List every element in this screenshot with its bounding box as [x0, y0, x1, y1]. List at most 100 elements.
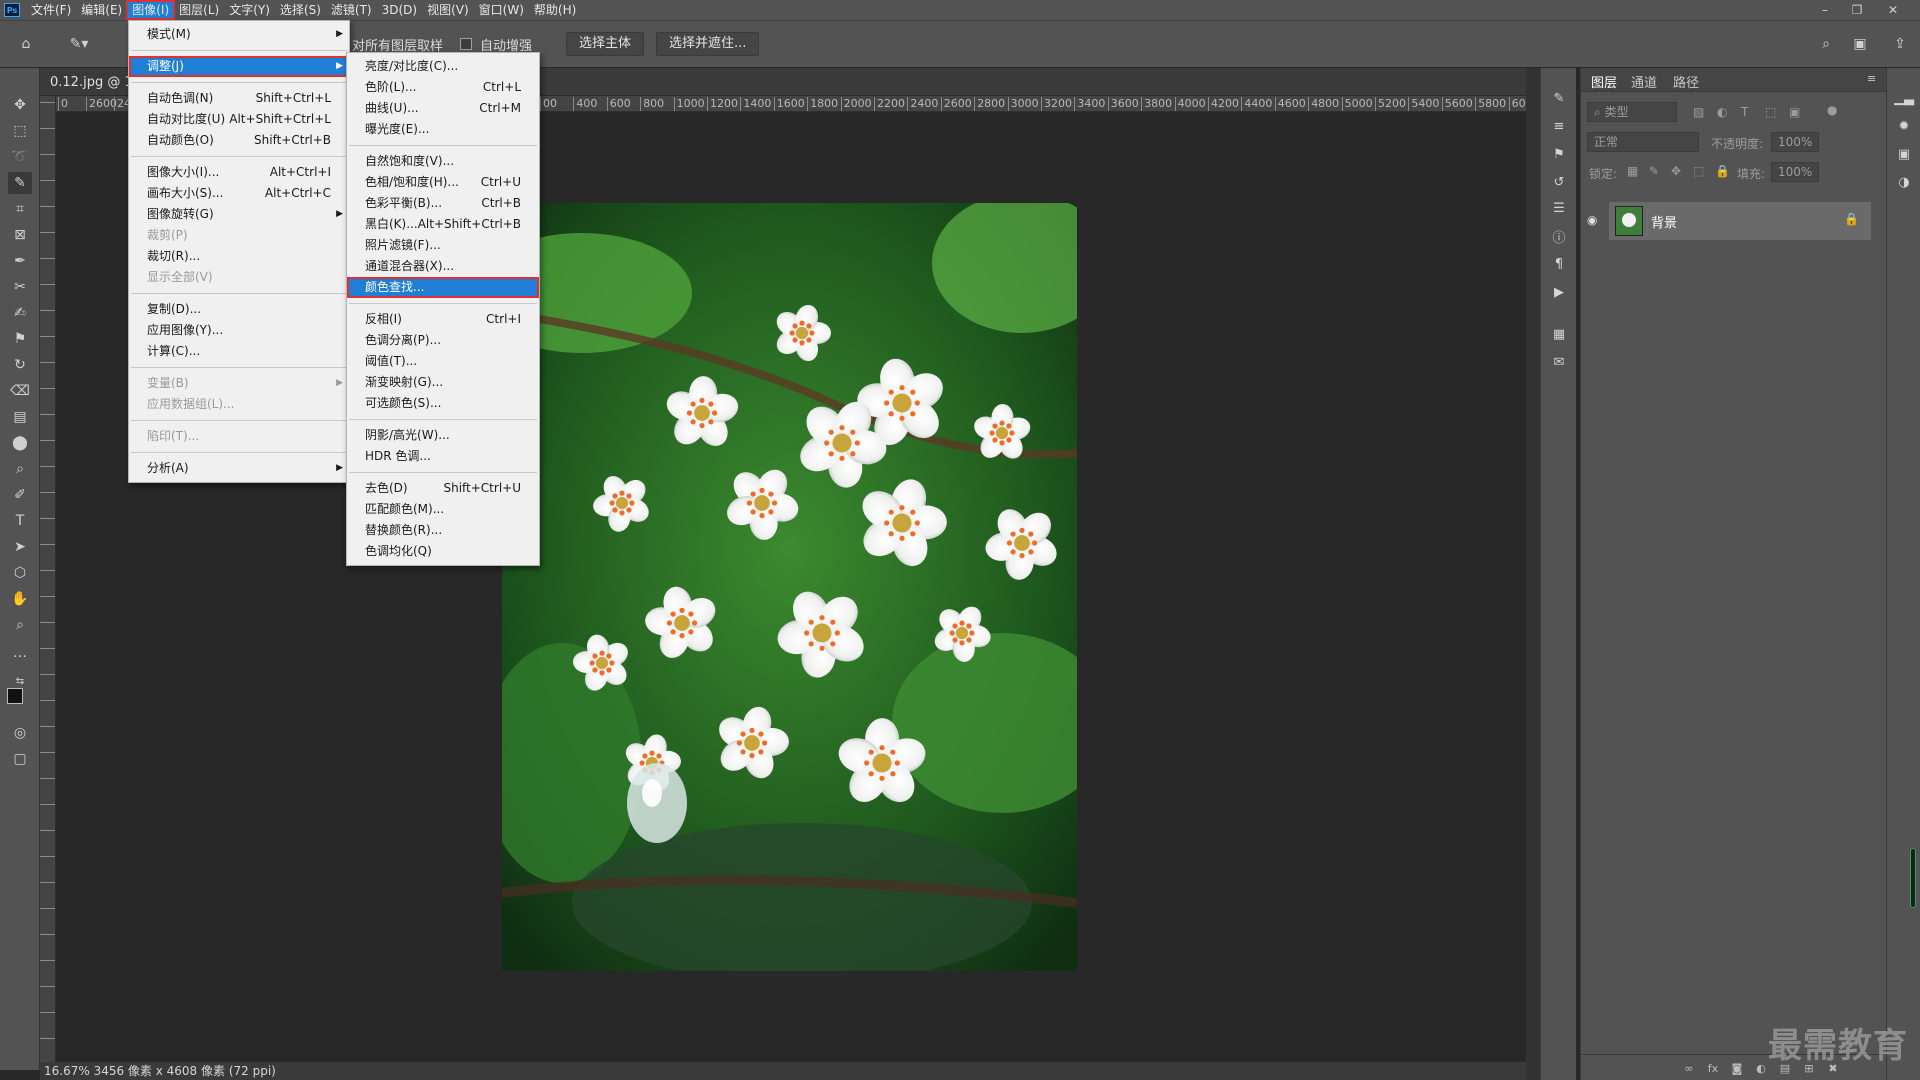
adjust-menu-item-13[interactable]: 阈值(T)...	[347, 351, 539, 372]
fill-input[interactable]: 100%	[1771, 162, 1819, 182]
clone-stamp-tool-icon[interactable]: ⚑	[8, 328, 32, 350]
libraries-icon[interactable]: ▦	[1549, 324, 1569, 344]
crop-tool-icon[interactable]: ⌗	[8, 198, 32, 220]
adjust-menu-item-10[interactable]: 颜色查找...	[347, 277, 539, 298]
tab-layers[interactable]: 图层	[1591, 72, 1617, 91]
layer-style-fx-icon[interactable]: fx	[1705, 1060, 1721, 1076]
menu-10[interactable]: 帮助(H)	[529, 1, 581, 19]
select-subject-button[interactable]: 选择主体	[566, 32, 645, 56]
image-menu-item-7[interactable]: 图像旋转(G) ▶	[129, 204, 349, 225]
adjust-menu-item-0[interactable]: 亮度/对比度(C)...	[347, 56, 539, 77]
eraser-tool-icon[interactable]: ⌫	[8, 380, 32, 402]
image-menu-item-9[interactable]: 裁切(R)...	[129, 246, 349, 267]
marquee-tool-icon[interactable]: ⬚	[8, 120, 32, 142]
quick-mask-icon[interactable]: ◎	[8, 722, 32, 744]
filter-pixel-icon[interactable]: ▨	[1693, 105, 1704, 119]
screen-mode-icon[interactable]: ▢	[8, 748, 32, 770]
layer-row-background[interactable]: ◉ 背景 🔒	[1587, 202, 1871, 240]
layer-lock-icon[interactable]: 🔒	[1844, 212, 1859, 226]
frame-tool-icon[interactable]: ⊠	[8, 224, 32, 246]
adjust-menu-item-14[interactable]: 渐变映射(G)...	[347, 372, 539, 393]
adjust-menu-item-20[interactable]: 替换颜色(R)...	[347, 520, 539, 541]
adjust-menu-item-12[interactable]: 色调分离(P)...	[347, 330, 539, 351]
menu-5[interactable]: 选择(S)	[275, 1, 326, 19]
image-menu-item-4[interactable]: 自动颜色(O) Shift+Ctrl+B	[129, 130, 349, 151]
healing-brush-tool-icon[interactable]: ✂	[8, 276, 32, 298]
adjust-menu-item-16[interactable]: 阴影/高光(W)...	[347, 425, 539, 446]
menu-6[interactable]: 滤镜(T)	[326, 1, 377, 19]
menu-3[interactable]: 图层(L)	[174, 1, 224, 19]
tab-channels[interactable]: 通道	[1631, 72, 1657, 91]
restore-icon[interactable]: ❐	[1844, 0, 1870, 20]
layer-visibility-eye-icon[interactable]: ◉	[1587, 213, 1597, 227]
auto-enhance-checkbox[interactable]	[460, 38, 472, 50]
panel-menu-icon[interactable]: ≡	[1867, 72, 1876, 85]
path-selection-tool-icon[interactable]: ➤	[8, 536, 32, 558]
minimize-icon[interactable]: –	[1812, 0, 1838, 20]
shape-tool-icon[interactable]: ⬡	[8, 562, 32, 584]
menu-8[interactable]: 视图(V)	[422, 1, 474, 19]
adjust-menu-item-6[interactable]: 色彩平衡(B)... Ctrl+B	[347, 193, 539, 214]
canvas-scrollbar[interactable]	[1526, 68, 1540, 1080]
adjust-menu-item-15[interactable]: 可选颜色(S)...	[347, 393, 539, 414]
adjust-menu-item-4[interactable]: 自然饱和度(V)...	[347, 151, 539, 172]
filter-toggle-icon[interactable]: ●	[1827, 103, 1837, 117]
image-menu-item-17[interactable]: 分析(A) ▶	[129, 458, 349, 479]
lock-all-icon[interactable]: 🔒	[1715, 164, 1730, 178]
lasso-tool-icon[interactable]: ➰	[8, 146, 32, 168]
close-icon[interactable]: ✕	[1880, 0, 1906, 20]
history-icon[interactable]: ↺	[1549, 172, 1569, 192]
adjust-menu-item-18[interactable]: 去色(D) Shift+Ctrl+U	[347, 478, 539, 499]
adjust-menu-item-21[interactable]: 色调均化(Q)	[347, 541, 539, 562]
brush-settings-icon[interactable]: ✎	[1549, 88, 1569, 108]
image-menu-item-11[interactable]: 复制(D)...	[129, 299, 349, 320]
add-mask-icon[interactable]: ◙	[1729, 1060, 1745, 1076]
actions-play-icon[interactable]: ▶	[1549, 282, 1569, 302]
color-icon[interactable]: ◑	[1894, 172, 1914, 192]
menu-2[interactable]: 图像(I)	[126, 0, 176, 20]
opacity-input[interactable]: 100%	[1771, 132, 1819, 152]
image-menu-item-12[interactable]: 应用图像(Y)...	[129, 320, 349, 341]
adjust-menu-item-19[interactable]: 匹配颜色(M)...	[347, 499, 539, 520]
notes-icon[interactable]: ✉	[1549, 352, 1569, 372]
paragraph-icon[interactable]: ¶	[1549, 254, 1569, 274]
properties-icon[interactable]: ☰	[1549, 198, 1569, 218]
menu-9[interactable]: 窗口(W)	[474, 1, 529, 19]
image-menu-item-6[interactable]: 画布大小(S)... Alt+Ctrl+C	[129, 183, 349, 204]
image-menu-item-1[interactable]: 调整(J) ▶	[129, 56, 349, 77]
adjust-menu-item-3[interactable]: 曝光度(E)...	[347, 119, 539, 140]
share-icon[interactable]: ⇪	[1888, 33, 1912, 55]
search-icon[interactable]: ⌕	[1814, 33, 1838, 55]
dodge-tool-icon[interactable]: ⌕	[8, 458, 32, 480]
type-tool-icon[interactable]: T	[8, 510, 32, 532]
image-menu-item-2[interactable]: 自动色调(N) Shift+Ctrl+L	[129, 88, 349, 109]
layer-name[interactable]: 背景	[1651, 212, 1677, 231]
menu-4[interactable]: 文字(Y)	[224, 1, 275, 19]
gradient-tool-icon[interactable]: ▤	[8, 406, 32, 428]
adjust-menu-item-5[interactable]: 色相/饱和度(H)... Ctrl+U	[347, 172, 539, 193]
link-layers-icon[interactable]: ∞	[1681, 1060, 1697, 1076]
menu-0[interactable]: 文件(F)	[26, 1, 76, 19]
blur-tool-icon[interactable]: ⬤	[8, 432, 32, 454]
brush-tool-icon[interactable]: ✍	[8, 302, 32, 324]
adjust-menu-item-7[interactable]: 黑白(K)... Alt+Shift+Ctrl+B	[347, 214, 539, 235]
foreground-color-swatch[interactable]	[7, 688, 23, 704]
lock-position-icon[interactable]: ✥	[1671, 164, 1681, 178]
adjust-menu-item-8[interactable]: 照片滤镜(F)...	[347, 235, 539, 256]
image-menu-item-5[interactable]: 图像大小(I)... Alt+Ctrl+I	[129, 162, 349, 183]
image-menu-item-0[interactable]: 模式(M) ▶	[129, 24, 349, 45]
filter-adjustment-icon[interactable]: ◐	[1717, 105, 1727, 119]
zoom-tool-icon[interactable]: ⌕	[8, 614, 32, 636]
filter-type-icon[interactable]: T	[1741, 105, 1748, 119]
clone-source-icon[interactable]: ⚑	[1549, 144, 1569, 164]
menu-1[interactable]: 编辑(E)	[76, 1, 127, 19]
new-adjustment-layer-icon[interactable]: ◐	[1753, 1060, 1769, 1076]
layer-filter-select[interactable]: ⌕ 类型	[1587, 102, 1677, 122]
quick-selection-preset-icon[interactable]: ✎▾	[62, 33, 96, 55]
lock-transparent-icon[interactable]: ▦	[1627, 164, 1638, 178]
filter-smart-object-icon[interactable]: ▣	[1789, 105, 1800, 119]
hand-tool-icon[interactable]: ✋	[8, 588, 32, 610]
home-icon[interactable]: ⌂	[14, 33, 38, 55]
adjust-menu-item-9[interactable]: 通道混合器(X)...	[347, 256, 539, 277]
swatches-icon[interactable]: ▣	[1894, 144, 1914, 164]
